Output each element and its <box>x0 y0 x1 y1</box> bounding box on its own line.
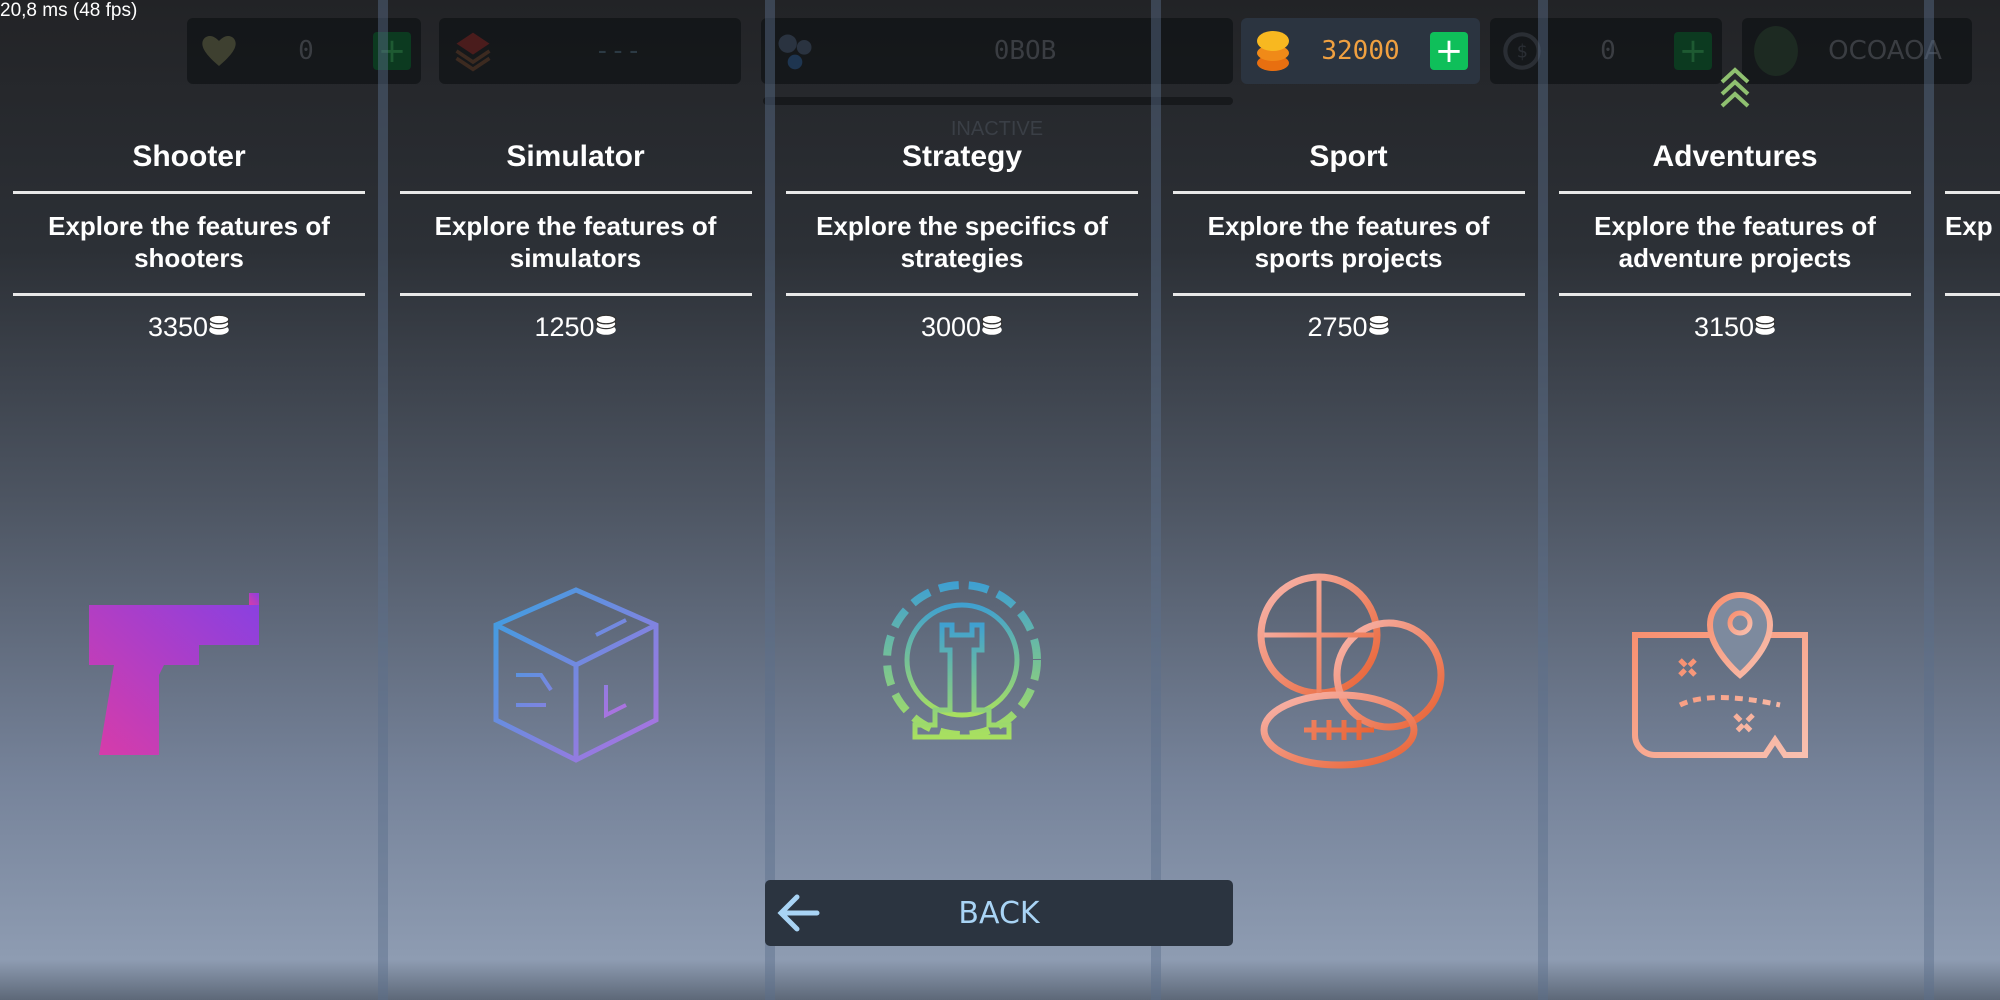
card-price: 2750 <box>1173 312 1525 343</box>
card-description: Explore the features of shooters <box>48 211 330 273</box>
divider <box>786 191 1138 194</box>
card-title: Adventures <box>1652 140 1818 173</box>
treasure-map-icon <box>1632 592 1808 758</box>
card-description: Explore the specifics of strategies <box>816 211 1108 273</box>
card-title: Sport <box>1309 140 1388 173</box>
pistol-icon <box>89 593 259 755</box>
coins-icon <box>981 314 1003 335</box>
card-title: Shooter <box>132 140 246 173</box>
sports-balls-icon <box>1257 573 1444 769</box>
divider <box>1172 293 1525 296</box>
category-card-partial[interactable]: Exp <box>1945 0 2000 1000</box>
card-title: Simulator <box>506 140 645 173</box>
coins-icon <box>595 314 616 335</box>
arrow-left-icon <box>777 894 820 932</box>
card-description: Explore the features of simulators <box>434 211 717 273</box>
category-card-simulator[interactable]: Simulator Explore the features of simula… <box>399 0 752 1000</box>
divider <box>1945 293 2000 296</box>
divider <box>399 293 752 296</box>
card-description: Explore the features of sports projects <box>1207 211 1490 273</box>
card-description: Explore the features of adventure projec… <box>1594 211 1876 273</box>
card-price: 3350 <box>13 312 365 343</box>
chess-rook-gear-icon <box>883 581 1041 740</box>
category-card-sport[interactable]: Sport Explore the features of sports pro… <box>1172 0 1525 1000</box>
category-card-strategy[interactable]: Strategy Explore the specifics of strate… <box>786 0 1138 1000</box>
divider <box>1559 191 1911 194</box>
divider <box>786 293 1138 296</box>
category-card-adventures[interactable]: Adventures Explore the features of adven… <box>1559 0 1911 1000</box>
divider <box>399 191 752 194</box>
column-divider <box>1924 0 1934 1000</box>
card-description: Exp <box>1945 211 1993 241</box>
back-label: BACK <box>958 895 1040 931</box>
back-button[interactable]: BACK <box>765 880 1233 946</box>
card-price: 1250 <box>400 312 752 343</box>
column-divider <box>1538 0 1548 1000</box>
circuit-cube-icon <box>493 587 658 763</box>
column-divider <box>765 0 775 1000</box>
category-card-shooter[interactable]: Shooter Explore the features of shooters… <box>13 0 365 1000</box>
card-price: 3150 <box>1559 312 1911 343</box>
card-title: Strategy <box>901 140 1023 173</box>
divider <box>13 293 365 296</box>
coins-icon <box>1368 314 1389 335</box>
divider <box>1559 293 1911 296</box>
coins-icon <box>208 314 230 335</box>
column-divider <box>378 0 388 1000</box>
column-divider <box>1151 0 1161 1000</box>
card-price: 3000 <box>786 312 1138 343</box>
divider <box>1172 191 1525 194</box>
divider <box>1945 191 2000 194</box>
divider <box>13 191 365 194</box>
coins-icon <box>1754 314 1776 335</box>
